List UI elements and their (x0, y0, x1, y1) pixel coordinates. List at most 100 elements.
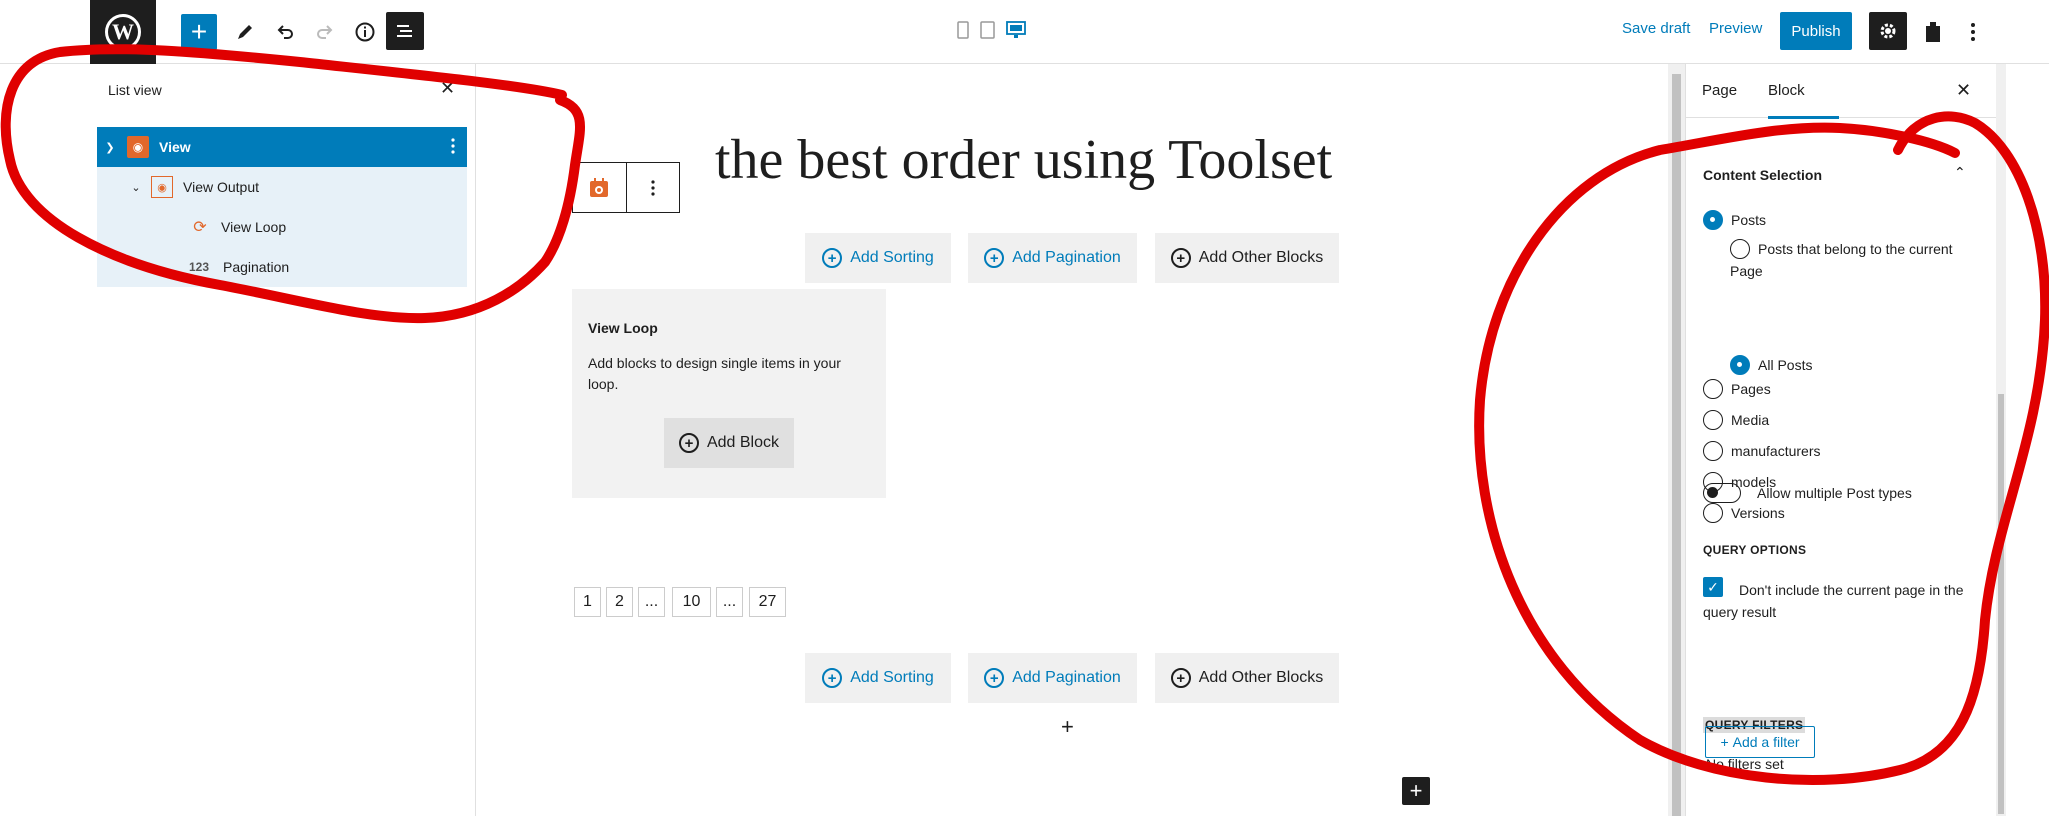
radio-unchecked-icon[interactable] (1703, 379, 1723, 399)
tablet-icon (980, 21, 995, 39)
radio-unchecked-icon[interactable] (1703, 441, 1723, 461)
chevron-down-icon: ⌄ (131, 181, 141, 194)
redo-button[interactable] (307, 14, 343, 50)
add-block-plus-icon[interactable]: + (1402, 777, 1430, 805)
list-view-icon (397, 25, 412, 37)
radio-unchecked-icon[interactable] (1703, 503, 1723, 523)
block-appender-plus-icon[interactable]: + (1061, 714, 1074, 740)
radio-label: manufacturers (1731, 443, 1821, 459)
canvas-scrollbar[interactable] (1668, 64, 1685, 816)
pagination-page-27[interactable]: 27 (749, 587, 786, 617)
add-other-blocks-button[interactable]: + Add Other Blocks (1155, 233, 1339, 283)
mobile-preview-button[interactable] (957, 21, 969, 44)
radio-unchecked-icon[interactable] (1703, 410, 1723, 430)
list-view-item-view-loop[interactable]: ⟳ View Loop (97, 207, 467, 247)
calendar-eye-icon: ◉ (127, 136, 149, 158)
radio-label: All Posts (1758, 357, 1813, 373)
content-selection-title[interactable]: Content Selection (1703, 167, 1822, 183)
add-sorting-label: Add Sorting (850, 249, 934, 266)
radio-media[interactable]: Media (1703, 409, 1769, 431)
save-draft-button[interactable]: Save draft (1622, 20, 1690, 37)
close-icon: ✕ (440, 78, 456, 98)
list-view-item-pagination[interactable]: 123 Pagination (97, 247, 467, 287)
options-menu-button[interactable] (1955, 14, 1991, 50)
calendar-eye-icon (590, 177, 609, 197)
kebab-menu-icon[interactable] (451, 137, 455, 157)
plus-icon: + (1720, 734, 1729, 750)
list-view-close-button[interactable]: ✕ (440, 78, 455, 99)
wordpress-logo-icon: W (105, 14, 141, 50)
desktop-preview-button[interactable] (1006, 21, 1026, 44)
radio-unchecked-icon[interactable] (1730, 239, 1750, 259)
view-loop-block[interactable]: View Loop Add blocks to design single it… (572, 289, 886, 498)
radio-all-posts[interactable]: All Posts (1730, 354, 1812, 376)
puzzle-icon (1926, 22, 1940, 42)
add-pagination-button[interactable]: + Add Pagination (968, 233, 1137, 283)
radio-checked-icon[interactable] (1730, 355, 1750, 375)
pagination-page-2[interactable]: 2 (606, 587, 633, 617)
mobile-icon (957, 21, 969, 39)
plus-icon: + (190, 16, 208, 47)
add-filter-button[interactable]: + Add a filter (1705, 726, 1815, 758)
add-pagination-label: Add Pagination (1012, 249, 1121, 266)
scrollbar-thumb[interactable] (1998, 394, 2004, 814)
preview-button[interactable]: Preview (1709, 20, 1762, 37)
add-block-inserter-button[interactable]: + (181, 14, 217, 50)
add-pagination-button[interactable]: + Add Pagination (968, 653, 1137, 703)
radio-checked-icon[interactable] (1703, 210, 1723, 230)
chevron-down-icon: ❯ (105, 141, 115, 154)
info-icon (355, 22, 375, 42)
kebab-menu-icon (651, 179, 655, 196)
kebab-menu-icon (1971, 23, 1975, 41)
undo-button[interactable] (267, 14, 303, 50)
publish-button[interactable]: Publish (1780, 12, 1852, 50)
chevron-up-icon[interactable]: ⌃ (1954, 164, 1966, 181)
add-block-button[interactable]: + Add Block (664, 418, 794, 468)
plus-circle-icon: + (1170, 248, 1191, 268)
add-sorting-button[interactable]: + Add Sorting (805, 653, 951, 703)
tools-button[interactable] (227, 14, 263, 50)
add-other-blocks-label: Add Other Blocks (1198, 669, 1324, 686)
wordpress-logo-button[interactable]: W (90, 0, 156, 64)
list-view-item-view[interactable]: ❯ ◉ View (97, 127, 467, 167)
settings-button[interactable] (1869, 12, 1907, 50)
scrollbar-thumb[interactable] (1672, 74, 1681, 816)
plugin-sidebar-button[interactable] (1915, 14, 1951, 50)
add-sorting-label: Add Sorting (850, 669, 934, 686)
add-filter-label: Add a filter (1732, 734, 1800, 750)
radio-manufacturers[interactable]: manufacturers (1703, 440, 1820, 462)
list-view-title: List view (108, 82, 162, 98)
tab-block[interactable]: Block (1768, 82, 1839, 119)
no-filters-text: No filters set (1706, 756, 1784, 772)
details-button[interactable] (347, 14, 383, 50)
radio-pages[interactable]: Pages (1703, 378, 1771, 400)
tab-page[interactable]: Page (1702, 82, 1737, 99)
page-title[interactable]: the best order using Toolset (715, 128, 1332, 192)
sidebar-scrollbar[interactable] (1996, 64, 2006, 816)
add-other-blocks-button[interactable]: + Add Other Blocks (1155, 653, 1339, 703)
tablet-preview-button[interactable] (980, 21, 995, 44)
radio-posts-current-page[interactable]: Posts that belong to the current Page (1730, 238, 1980, 282)
add-pagination-label: Add Pagination (1012, 669, 1121, 686)
block-type-switcher[interactable] (573, 163, 626, 212)
sidebar-close-button[interactable]: ✕ (1956, 80, 1971, 101)
list-view-item-label: Pagination (223, 259, 290, 275)
exclude-current-label: Don't include the current page in the qu… (1703, 582, 1964, 620)
close-icon: ✕ (1956, 80, 1972, 100)
plus-circle-icon: + (822, 248, 843, 268)
pagination-page-10[interactable]: 10 (672, 587, 711, 617)
radio-label: Posts that belong to the current Page (1730, 241, 1953, 279)
pagination-page-1[interactable]: 1 (574, 587, 601, 617)
add-sorting-button[interactable]: + Add Sorting (805, 233, 951, 283)
settings-sidebar: Page Block ✕ Content Selection ⌃ Posts P… (1685, 64, 1996, 816)
redo-icon (317, 25, 333, 39)
radio-label: Posts (1731, 212, 1767, 228)
desktop-icon (1006, 21, 1026, 38)
radio-posts[interactable]: Posts (1703, 209, 1766, 231)
list-view-item-view-output[interactable]: ⌄ ◉ View Output (97, 167, 467, 207)
allow-multiple-toggle[interactable] (1703, 483, 1741, 503)
radio-versions[interactable]: Versions (1703, 502, 1785, 524)
block-options-button[interactable] (625, 163, 680, 212)
pagination-ellipsis: ... (638, 587, 665, 617)
list-view-button[interactable] (386, 12, 424, 50)
